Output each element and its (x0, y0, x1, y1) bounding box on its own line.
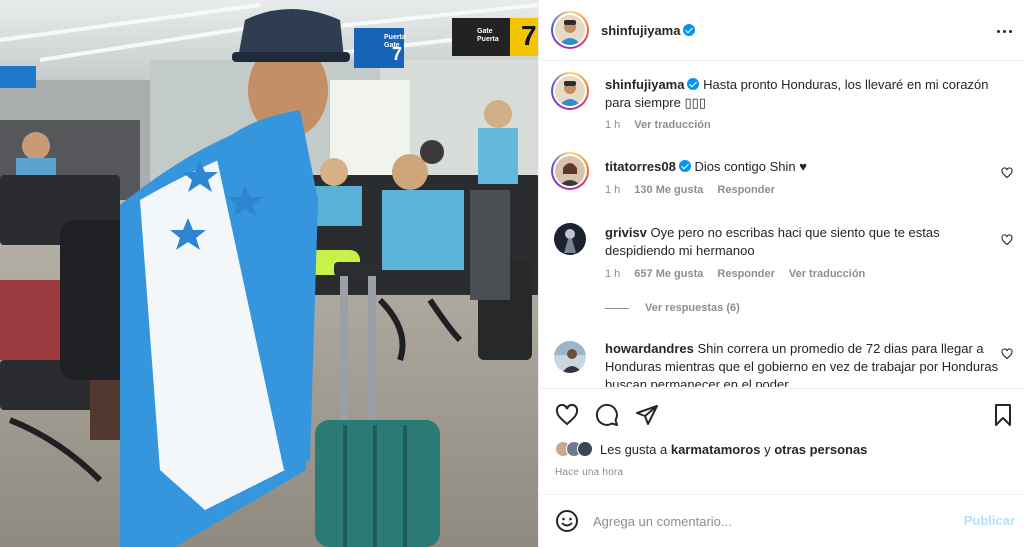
comments-list: shinfujiyama Hasta pronto Honduras, los … (539, 62, 1024, 387)
comment-text-block: titatorres08 Dios contigo Shin ♥ (605, 158, 1005, 176)
comment-reply-button[interactable]: Responder (717, 184, 774, 196)
emoji-icon[interactable] (555, 509, 579, 533)
comment-avatar[interactable] (554, 341, 586, 373)
view-replies-line (605, 307, 629, 309)
likes-others-link[interactable]: otras personas (774, 442, 867, 457)
likes-username[interactable]: karmatamoros (671, 442, 761, 457)
post-actions: Les gusta a karmatamoros y otras persona… (539, 388, 1024, 494)
comment-likes[interactable]: 657 Me gusta (634, 268, 703, 280)
verified-badge-icon (683, 24, 696, 36)
comment-avatar[interactable] (554, 223, 586, 255)
comment-username[interactable]: grivisv (605, 225, 647, 240)
likes-prefix: Les gusta a (600, 441, 668, 457)
comment-username[interactable]: titatorres08 (605, 159, 676, 174)
post-side-panel: shinfujiyama shinfujiyama Hasta pronto H… (538, 0, 1024, 547)
comment-time: 1 h (605, 268, 621, 280)
post-time[interactable]: Hace una hora (555, 467, 623, 478)
gate-sign-number: 7 (392, 44, 403, 64)
caption: shinfujiyama Hasta pronto Honduras, los … (551, 72, 1013, 132)
comment-like-heart-icon[interactable] (1001, 348, 1013, 360)
header-author[interactable]: shinfujiyama (601, 22, 696, 40)
verified-badge-icon (687, 78, 700, 90)
caption-translate-link[interactable]: Ver traducción (634, 119, 710, 131)
comment-translate-link[interactable]: Ver traducción (789, 268, 865, 280)
photo-illustration (0, 0, 538, 547)
instagram-post: Puerta Gate 7 Gate Puerta 7 shinfujiyama (0, 0, 1024, 547)
caption-meta: 1 h Ver traducción (605, 119, 711, 131)
comment-meta: 1 h 130 Me gusta Responder (605, 184, 775, 196)
gate-sign-right-line2: Puerta (477, 36, 499, 43)
comment-item: howardandres Shin correra un promedio de… (551, 338, 1013, 387)
comment-item: titatorres08 Dios contigo Shin ♥ 1 h 130… (551, 152, 1013, 202)
likes-text: Les gusta a karmatamoros y otras persona… (600, 442, 867, 457)
comment-text-block: grivisv Oye pero no escribas haci que si… (605, 224, 1005, 260)
comment-like-heart-icon[interactable] (1001, 234, 1013, 246)
comment-item: grivisv Oye pero no escribas haci que si… (551, 220, 1013, 320)
bookmark-icon[interactable] (991, 403, 1015, 427)
verified-badge-icon (678, 160, 691, 172)
author-avatar[interactable] (551, 11, 589, 49)
gate-sign-right-line1: Gate (477, 28, 493, 35)
view-replies-button[interactable]: Ver respuestas (6) (605, 302, 740, 314)
caption-text-block: shinfujiyama Hasta pronto Honduras, los … (605, 76, 1005, 112)
comment-meta: 1 h 657 Me gusta Responder Ver traducció… (605, 268, 865, 280)
view-replies-label: Ver respuestas (6) (645, 302, 740, 314)
header-username[interactable]: shinfujiyama (601, 23, 680, 38)
comment-text: Dios contigo Shin ♥ (694, 159, 807, 174)
liker-avatar[interactable] (577, 441, 593, 457)
likes-join: y (764, 441, 771, 457)
caption-time: 1 h (605, 119, 621, 131)
share-icon[interactable] (635, 403, 659, 427)
comment-like-heart-icon[interactable] (1001, 167, 1013, 179)
more-options-icon[interactable] (995, 22, 1013, 40)
post-header: shinfujiyama (539, 0, 1024, 61)
comment-username[interactable]: howardandres (605, 341, 694, 356)
likes-summary: Les gusta a karmatamoros y otras persona… (555, 441, 867, 457)
comment-text: Oye pero no escribas haci que siento que… (605, 225, 940, 258)
comment-avatar[interactable] (551, 152, 589, 190)
comment-likes[interactable]: 130 Me gusta (634, 184, 703, 196)
comment-text-block: howardandres Shin correra un promedio de… (605, 340, 1005, 387)
caption-username[interactable]: shinfujiyama (605, 77, 684, 92)
comment-time: 1 h (605, 184, 621, 196)
comment-composer: Publicar (539, 494, 1024, 547)
comment-input[interactable] (593, 510, 933, 532)
caption-avatar[interactable] (551, 72, 589, 110)
heart-icon[interactable] (555, 403, 579, 427)
publish-button[interactable]: Publicar (964, 513, 1015, 528)
post-photo[interactable]: Puerta Gate 7 Gate Puerta 7 (0, 0, 538, 547)
comment-icon[interactable] (595, 403, 619, 427)
gate-sign-line1: Puerta (384, 34, 406, 41)
comment-reply-button[interactable]: Responder (717, 268, 774, 280)
gate-sign-right-text: Gate Puerta (477, 28, 499, 44)
gate-sign-right-number: 7 (521, 20, 537, 51)
